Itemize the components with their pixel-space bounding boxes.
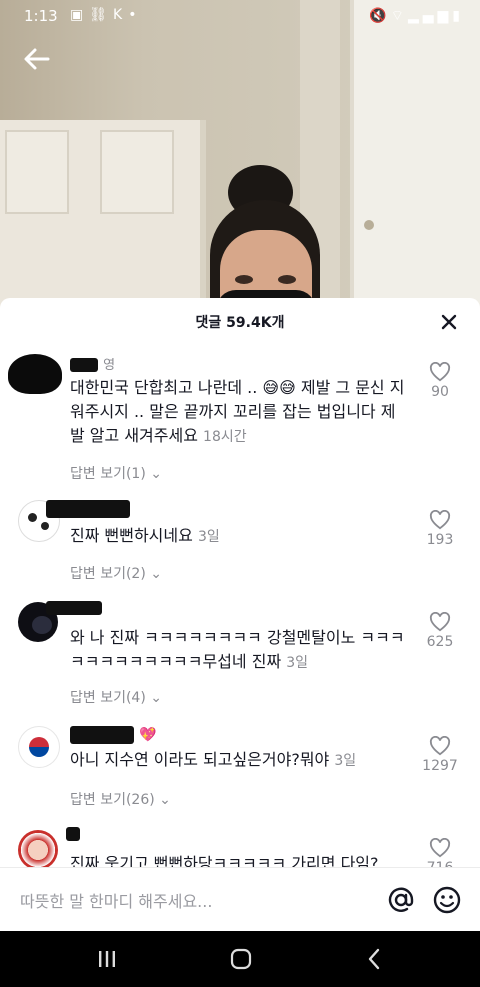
username[interactable] — [46, 500, 130, 520]
view-replies-link[interactable]: 답변 보기(4) ⌄ — [70, 687, 162, 707]
avatar[interactable] — [18, 726, 60, 768]
back-arrow-icon[interactable] — [22, 44, 52, 74]
sheet-header: 댓글 59.4K개 — [0, 298, 480, 346]
comment-text: 진짜 뻔뻔하시네요 3일 — [70, 526, 220, 545]
heart-icon — [429, 362, 451, 382]
like-count: 193 — [426, 532, 454, 548]
like-count: 1297 — [422, 758, 458, 774]
comment-input[interactable]: 따뜻한 말 한마디 해주세요... — [20, 888, 212, 912]
avatar[interactable] — [18, 830, 58, 870]
video-background[interactable] — [0, 0, 480, 320]
avatar[interactable] — [8, 354, 62, 394]
username[interactable] — [66, 826, 80, 846]
system-nav-bar — [0, 931, 480, 987]
like-button[interactable]: 90 — [412, 362, 468, 400]
chevron-down-icon: ⌄ — [159, 792, 171, 808]
background-door-right — [350, 0, 480, 320]
comment-text: 아니 지수연 이라도 되고싶은거야?뭐야 3일 — [70, 750, 357, 769]
like-count: 90 — [431, 384, 449, 400]
username[interactable]: 💖 — [70, 724, 157, 744]
like-button[interactable]: 193 — [412, 510, 468, 548]
status-left-icons: ▣⛓K• — [70, 7, 142, 23]
wifi-icon: ⌔ — [390, 8, 408, 24]
battery-icon: ▮ — [452, 8, 464, 24]
image-icon: ▣ — [70, 7, 90, 23]
like-button[interactable]: 1297 — [412, 736, 468, 774]
chevron-down-icon: ⌄ — [150, 466, 162, 482]
chevron-down-icon: ⌄ — [150, 566, 162, 582]
view-replies-link[interactable]: 답변 보기(26) ⌄ — [70, 789, 171, 809]
view-replies-link[interactable]: 답변 보기(2) ⌄ — [70, 563, 162, 583]
status-time: 1:13 — [24, 7, 58, 25]
heart-icon — [429, 510, 451, 530]
comment-text: 대한민국 단합최고 나란데 .. 😅😅 제발 그 문신 지워주시지 .. 말은 … — [70, 378, 405, 445]
close-icon[interactable] — [438, 311, 460, 333]
heart-icon — [429, 838, 451, 858]
comment-time: 3일 — [197, 529, 220, 545]
status-bar: 1:13 ▣⛓K• 🔇⌔▂▄▆▮ — [0, 0, 480, 34]
k-icon: K — [113, 7, 129, 23]
chevron-down-icon: ⌄ — [150, 690, 162, 706]
link-icon: ⛓ — [89, 7, 114, 23]
comment-input-bar: 따뜻한 말 한마디 해주세요... — [0, 867, 480, 932]
heart-icon — [429, 612, 451, 632]
status-right-icons: 🔇⌔▂▄▆▮ — [369, 7, 464, 25]
comment-time: 18시간 — [203, 429, 247, 445]
back-icon[interactable] — [366, 947, 382, 971]
comment-text: 와 나 진짜 ㅋㅋㅋㅋㅋㅋㅋㅋ 강철멘탈이노 ㅋㅋㅋㅋㅋㅋㅋㅋㅋㅋㅋㅋ무섭네 진… — [70, 628, 405, 671]
korean-flag-icon — [29, 737, 49, 757]
username[interactable] — [46, 600, 102, 620]
like-count: 625 — [426, 634, 454, 650]
view-replies-link[interactable]: 답변 보기(1) ⌄ — [70, 463, 162, 483]
comments-count-title: 댓글 59.4K개 — [195, 315, 285, 331]
like-button[interactable]: 625 — [412, 612, 468, 650]
recent-apps-icon[interactable] — [97, 949, 117, 969]
background-door-left — [0, 120, 206, 320]
home-icon[interactable] — [230, 948, 252, 970]
mention-at-icon[interactable] — [386, 885, 416, 915]
person-video — [210, 160, 320, 320]
emoji-icon[interactable] — [432, 885, 462, 915]
dot-icon: • — [128, 7, 143, 23]
comments-sheet: 댓글 59.4K개 영 대한민국 단합최고 나란데 .. 😅😅 제발 그 문신 … — [0, 298, 480, 931]
mute-icon: 🔇 — [369, 8, 391, 24]
username[interactable]: 영 — [70, 354, 115, 374]
signal-icon: ▂▄▆ — [407, 8, 453, 24]
comment-time: 3일 — [334, 753, 357, 769]
comment-time: 3일 — [286, 655, 309, 671]
heart-icon — [429, 736, 451, 756]
